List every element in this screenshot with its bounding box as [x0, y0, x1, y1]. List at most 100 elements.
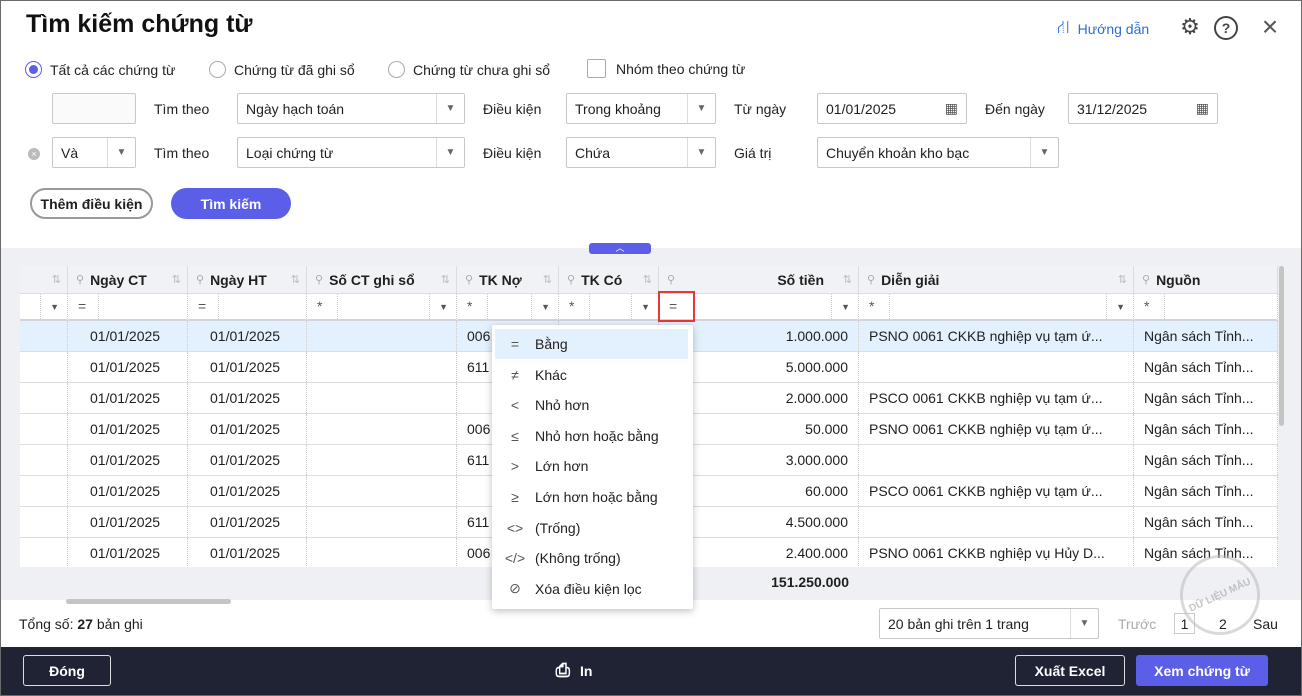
radio-unposted[interactable]: Chứng từ chưa ghi sổ — [388, 61, 550, 78]
sort-icon[interactable]: ⇅ — [543, 273, 552, 286]
chevron-down-icon[interactable]: ▼ — [50, 302, 59, 312]
filter-operator[interactable]: * — [569, 298, 574, 314]
filter-operator[interactable]: * — [467, 298, 472, 314]
help-link[interactable]: ⛙ Hướng dẫn — [1057, 17, 1149, 41]
sort-icon[interactable]: ⇅ — [291, 273, 300, 286]
filter-operator[interactable]: = — [198, 298, 206, 314]
calendar-icon[interactable]: ▦ — [945, 100, 958, 117]
filter-operator[interactable]: * — [1144, 298, 1149, 314]
chevron-down-icon[interactable]: ▼ — [841, 302, 850, 312]
pin-icon[interactable]: ⚲ — [867, 273, 875, 286]
radio-button[interactable] — [388, 61, 405, 78]
radio-posted[interactable]: Chứng từ đã ghi sổ — [209, 61, 355, 78]
filter-operator[interactable]: * — [317, 298, 322, 314]
filter-operator[interactable]: = — [78, 298, 86, 314]
column-header[interactable]: ⚲ Ngày CT ⇅ — [68, 266, 188, 294]
chevron-down-icon[interactable]: ▼ — [541, 302, 550, 312]
close-button[interactable]: Đóng — [23, 655, 111, 686]
menu-item[interactable]: </> (Không trống) — [495, 543, 688, 573]
filter-cell[interactable]: = — [68, 294, 188, 321]
sort-icon[interactable]: ⇅ — [52, 273, 61, 286]
filter-cell[interactable]: * ▼ — [559, 294, 659, 321]
pin-icon[interactable]: ⚲ — [315, 273, 323, 286]
column-header[interactable]: ⚲ TK Có ⇅ — [559, 266, 659, 294]
column-header[interactable]: ⚲ Nguồn — [1134, 266, 1278, 294]
chevron-down-icon[interactable]: ▼ — [641, 302, 650, 312]
pin-icon[interactable]: ⚲ — [196, 273, 204, 286]
menu-item[interactable]: ≥ Lớn hơn hoặc bằng — [495, 482, 688, 512]
menu-item[interactable]: ≤ Nhỏ hơn hoặc bằng — [495, 421, 688, 451]
pin-icon[interactable]: ⚲ — [76, 273, 84, 286]
search-by-select[interactable]: Ngày hạch toán ▼ — [237, 93, 465, 124]
menu-item[interactable]: <> (Trống) — [495, 513, 688, 543]
row-selector[interactable] — [20, 352, 68, 382]
pin-icon[interactable]: ⚲ — [1142, 273, 1150, 286]
condition-select[interactable]: Chứa ▼ — [566, 137, 716, 168]
sort-icon[interactable]: ⇅ — [843, 273, 852, 286]
from-date-input[interactable]: 01/01/2025 ▦ — [817, 93, 967, 124]
vertical-scrollbar[interactable] — [1279, 266, 1284, 426]
gear-icon[interactable]: ⚙ — [1178, 14, 1202, 39]
row-selector[interactable] — [20, 507, 68, 537]
filter-cell[interactable]: * ▼ — [307, 294, 457, 321]
column-header[interactable]: ⚲ Số CT ghi sổ ⇅ — [307, 266, 457, 294]
menu-item[interactable]: < Nhỏ hơn — [495, 390, 688, 420]
search-button[interactable]: Tìm kiếm — [171, 188, 291, 219]
checkbox[interactable] — [587, 59, 606, 78]
operator-icon: = — [510, 336, 520, 352]
filter-operator[interactable]: * — [869, 298, 874, 314]
close-icon[interactable]: × — [1258, 11, 1282, 42]
add-condition-button[interactable]: Thêm điều kiện — [30, 188, 153, 219]
column-header[interactable]: ⚲ Diễn giải ⇅ — [859, 266, 1134, 294]
column-header[interactable]: ⚲ TK Nợ ⇅ — [457, 266, 559, 294]
horizontal-scrollbar[interactable] — [66, 599, 231, 604]
row-selector[interactable] — [20, 321, 68, 351]
chevron-down-icon[interactable]: ▼ — [1116, 302, 1125, 312]
value-select[interactable]: Chuyển khoản kho bạc ▼ — [817, 137, 1059, 168]
row-selector[interactable] — [20, 445, 68, 475]
view-voucher-button[interactable]: Xem chứng từ — [1136, 655, 1268, 686]
sort-icon[interactable]: ⇅ — [441, 273, 450, 286]
filter-cell[interactable]: * — [1134, 294, 1278, 321]
page-size-select[interactable]: 20 bản ghi trên 1 trang ▼ — [879, 608, 1099, 639]
sort-icon[interactable]: ⇅ — [643, 273, 652, 286]
menu-item[interactable]: ≠ Khác — [495, 360, 688, 390]
help-icon[interactable]: ? — [1214, 16, 1238, 40]
calendar-icon[interactable]: ▦ — [1196, 100, 1209, 117]
divider — [429, 294, 430, 319]
condition-select[interactable]: Trong khoảng ▼ — [566, 93, 716, 124]
print-button[interactable]: ⎙ In — [549, 655, 599, 686]
column-header[interactable]: ⚲ Ngày HT ⇅ — [188, 266, 307, 294]
filter-cell[interactable]: = — [188, 294, 307, 321]
group-checkbox[interactable]: Nhóm theo chứng từ — [587, 59, 745, 78]
pin-icon[interactable]: ⚲ — [667, 273, 675, 286]
sort-icon[interactable]: ⇅ — [1118, 273, 1127, 286]
pin-icon[interactable]: ⚲ — [567, 273, 575, 286]
search-by-select[interactable]: Loại chứng từ ▼ — [237, 137, 465, 168]
next-page[interactable]: Sau — [1253, 616, 1278, 632]
radio-button[interactable] — [209, 61, 226, 78]
menu-item[interactable]: = Bằng — [495, 329, 688, 359]
remove-condition-icon[interactable]: × — [28, 148, 40, 160]
column-header[interactable]: ⚲ Số tiền ⇅ — [659, 266, 859, 294]
menu-item[interactable]: > Lớn hơn — [495, 451, 688, 481]
export-excel-button[interactable]: Xuất Excel — [1015, 655, 1125, 686]
to-date-input[interactable]: 31/12/2025 ▦ — [1068, 93, 1218, 124]
menu-item[interactable]: ⊘ Xóa điều kiện lọc — [495, 574, 688, 604]
row-selector[interactable] — [20, 414, 68, 444]
collapse-toggle[interactable]: ︿ — [589, 243, 651, 254]
pin-icon[interactable]: ⚲ — [465, 273, 473, 286]
filter-operator-highlight[interactable] — [658, 291, 695, 322]
prev-page[interactable]: Trước — [1118, 616, 1156, 632]
row-selector[interactable] — [20, 383, 68, 413]
filter-cell[interactable]: * ▼ — [457, 294, 559, 321]
joiner-select[interactable]: Và ▼ — [52, 137, 136, 168]
chevron-down-icon: ▼ — [1030, 138, 1058, 167]
row-selector[interactable] — [20, 476, 68, 506]
sort-icon[interactable]: ⇅ — [172, 273, 181, 286]
radio-all[interactable]: Tất cả các chứng từ — [25, 61, 175, 78]
radio-button[interactable] — [25, 61, 42, 78]
row-selector[interactable] — [20, 538, 68, 568]
filter-cell[interactable]: * ▼ — [859, 294, 1134, 321]
chevron-down-icon[interactable]: ▼ — [439, 302, 448, 312]
